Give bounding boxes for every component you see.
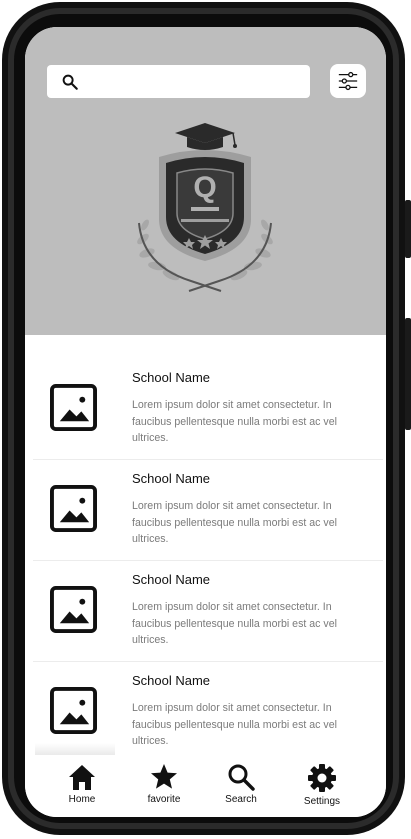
nav-favorite[interactable]: favorite: [129, 763, 199, 805]
school-name: School Name: [132, 572, 211, 587]
image-placeholder-icon: [50, 485, 97, 532]
school-name: School Name: [132, 673, 211, 688]
school-list-item[interactable]: School Name Lorem ipsum dolor sit amet c…: [33, 638, 383, 747]
nav-search-label: Search: [225, 794, 257, 805]
school-list-item[interactable]: School Name Lorem ipsum dolor sit amet c…: [33, 436, 383, 545]
nav-home[interactable]: Home: [47, 763, 117, 805]
school-list: School Name Lorem ipsum dolor sit amet c…: [25, 335, 386, 755]
image-placeholder-icon: [50, 384, 97, 431]
search-input[interactable]: [87, 64, 310, 99]
gear-icon: [308, 764, 336, 792]
search-icon: [228, 764, 255, 791]
phone-frame: Q School Name Lorem ipsum dolor sit amet…: [0, 0, 411, 839]
school-description: Lorem ipsum dolor sit amet consectetur. …: [132, 702, 337, 747]
school-list-item[interactable]: School Name Lorem ipsum dolor sit amet c…: [33, 335, 383, 444]
power-button: [405, 318, 411, 430]
nav-settings-label: Settings: [303, 796, 341, 807]
search-icon: [62, 74, 78, 90]
header-banner: Q: [25, 27, 386, 335]
volume-button: [405, 200, 411, 258]
image-placeholder-icon: [50, 687, 97, 734]
search-bar[interactable]: [47, 64, 310, 99]
app-screen: Q School Name Lorem ipsum dolor sit amet…: [25, 27, 386, 817]
school-name: School Name: [132, 370, 211, 385]
image-placeholder-icon: [50, 586, 97, 633]
crest-letter: Q: [193, 171, 216, 204]
school-list-item[interactable]: School Name Lorem ipsum dolor sit amet c…: [33, 537, 383, 646]
nav-favorite-label: favorite: [147, 794, 181, 805]
nav-home-label: Home: [68, 794, 96, 805]
scroll-fade: [35, 743, 115, 755]
nav-search[interactable]: Search: [206, 763, 276, 805]
school-crest-logo: Q: [137, 123, 273, 292]
home-icon: [69, 765, 95, 790]
school-name: School Name: [132, 471, 211, 486]
nav-settings[interactable]: Settings: [287, 763, 357, 807]
star-icon: [151, 764, 177, 789]
filter-button[interactable]: [330, 64, 366, 98]
bottom-nav: Home favorite Search Settings: [25, 755, 386, 817]
sliders-icon: [338, 71, 358, 91]
